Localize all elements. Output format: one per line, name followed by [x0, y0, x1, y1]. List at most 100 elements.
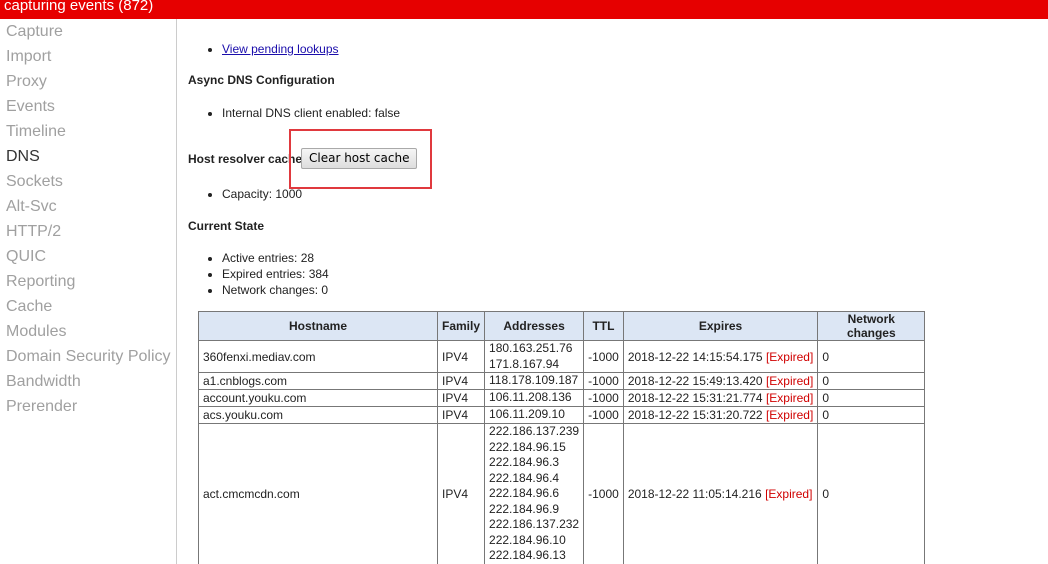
network-changes-cell: 0 [817, 389, 926, 407]
internal-dns-status: Internal DNS client enabled: false [222, 105, 400, 121]
family-cell: IPV4 [436, 372, 486, 390]
capture-status-bar: capturing events (872) [0, 0, 1048, 19]
addresses-cell: 180.163.251.76 171.8.167.94 [484, 340, 585, 373]
hostname-cell: account.youku.com [198, 389, 438, 407]
expired-badge: [Expired] [765, 391, 814, 405]
sidebar-item-http2[interactable]: HTTP/2 [0, 219, 176, 244]
async-dns-list: Internal DNS client enabled: false [188, 105, 400, 121]
expires-cell: 2018-12-22 15:31:21.774 [Expired] [622, 389, 819, 407]
expired-badge: [Expired] [765, 374, 814, 388]
sidebar-item-proxy[interactable]: Proxy [0, 69, 176, 94]
address: 118.178.109.187 [489, 373, 579, 388]
family-cell: IPV4 [436, 406, 486, 424]
network-changes-cell: 0 [817, 340, 926, 373]
hostname-cell: acs.youku.com [198, 406, 438, 424]
sidebar-item-import[interactable]: Import [0, 44, 176, 69]
column-header-addresses: Addresses [484, 311, 585, 341]
sidebar-item-alt-svc[interactable]: Alt-Svc [0, 194, 176, 219]
expires-time: 2018-12-22 14:15:54.175 [627, 349, 763, 364]
sidebar-item-domain-security-policy[interactable]: Domain Security Policy [0, 344, 176, 369]
sidebar-item-dns[interactable]: DNS [0, 144, 176, 169]
expires-cell: 2018-12-22 15:31:20.722 [Expired] [622, 406, 819, 424]
table-row: 360fenxi.mediav.com IPV4 180.163.251.76 … [198, 340, 926, 373]
address: 222.184.96.10 [489, 532, 566, 547]
column-header-expires: Expires [622, 311, 819, 341]
sidebar-item-capture[interactable]: Capture [0, 19, 176, 44]
expires-time: 2018-12-22 11:05:14.216 [627, 486, 762, 501]
address: 222.184.96.4 [489, 470, 560, 485]
ttl-cell: -1000 [583, 423, 624, 564]
table-row: a1.cnblogs.com IPV4 118.178.109.187 -100… [198, 372, 926, 390]
view-pending-lookups-link[interactable]: View pending lookups [222, 42, 339, 56]
network-changes: Network changes: 0 [222, 282, 329, 298]
addresses-cell: 106.11.209.10 [484, 406, 585, 424]
family-cell: IPV4 [436, 389, 486, 407]
hostname-cell: 360fenxi.mediav.com [198, 340, 438, 373]
address: 106.11.209.10 [489, 407, 565, 422]
expires-time: 2018-12-22 15:31:21.774 [627, 391, 763, 405]
address: 106.11.208.136 [489, 390, 572, 405]
sidebar-item-bandwidth[interactable]: Bandwidth [0, 369, 176, 394]
address: 222.184.96.15 [489, 439, 566, 454]
expired-badge: [Expired] [765, 349, 814, 364]
address: 222.184.96.13 [489, 548, 566, 562]
expires-cell: 2018-12-22 14:15:54.175 [Expired] [622, 340, 819, 373]
family-cell: IPV4 [436, 423, 486, 564]
address: 222.186.137.239 [489, 424, 580, 438]
ttl-cell: -1000 [583, 406, 624, 424]
async-dns-heading: Async DNS Configuration [188, 73, 335, 87]
addresses-cell: 222.186.137.239 222.184.96.15 222.184.96… [484, 423, 585, 564]
capture-status-text: capturing events (872) [4, 0, 154, 14]
expired-entries: Expired entries: 384 [222, 266, 329, 282]
active-entries: Active entries: 28 [222, 250, 329, 266]
sidebar-item-modules[interactable]: Modules [0, 319, 176, 344]
sidebar-item-reporting[interactable]: Reporting [0, 269, 176, 294]
resolver-cache-list: Capacity: 1000 [188, 186, 302, 202]
sidebar-item-cache[interactable]: Cache [0, 294, 176, 319]
host-cache-table: Hostname Family Addresses TTL Expires Ne… [198, 311, 926, 564]
sidebar-item-events[interactable]: Events [0, 94, 176, 119]
list-item: View pending lookups [222, 41, 339, 57]
sidebar-menu: Capture Import Proxy Events Timeline DNS… [0, 19, 176, 419]
expires-time: 2018-12-22 15:49:13.420 [627, 374, 763, 388]
addresses-cell: 118.178.109.187 [484, 372, 585, 390]
column-header-network-changes: Network changes [817, 311, 926, 341]
ttl-cell: -1000 [583, 372, 624, 390]
network-changes-cell: 0 [817, 423, 926, 564]
sidebar-item-timeline[interactable]: Timeline [0, 119, 176, 144]
clear-host-cache-button[interactable]: Clear host cache [301, 148, 418, 169]
table-header-row: Hostname Family Addresses TTL Expires Ne… [198, 311, 926, 341]
expires-cell: 2018-12-22 11:05:14.216 [Expired] [622, 423, 819, 564]
table-row: acs.youku.com IPV4 106.11.209.10 -1000 2… [198, 406, 926, 424]
network-changes-cell: 0 [817, 372, 926, 390]
sidebar-item-prerender[interactable]: Prerender [0, 394, 176, 419]
table-row: account.youku.com IPV4 106.11.208.136 -1… [198, 389, 926, 407]
column-header-hostname: Hostname [198, 311, 438, 341]
current-state-heading: Current State [188, 219, 265, 233]
sidebar: Capture Import Proxy Events Timeline DNS… [0, 19, 177, 564]
cache-capacity: Capacity: 1000 [222, 186, 302, 202]
dns-panel: View pending lookups Async DNS Configura… [188, 19, 1038, 564]
expired-badge: [Expired] [765, 408, 814, 422]
column-header-ttl: TTL [583, 311, 624, 341]
address: 222.184.96.6 [489, 486, 560, 500]
ttl-cell: -1000 [583, 340, 624, 373]
address: 222.186.137.232 [489, 517, 580, 531]
hostname-cell: act.cmcmcdn.com [198, 423, 438, 564]
pending-list: View pending lookups [188, 41, 339, 57]
sidebar-item-quic[interactable]: QUIC [0, 244, 176, 269]
address: 180.163.251.76 [489, 341, 573, 355]
expires-cell: 2018-12-22 15:49:13.420 [Expired] [622, 372, 819, 390]
expired-badge: [Expired] [765, 486, 813, 501]
table-row: act.cmcmcdn.com IPV4 222.186.137.239 222… [198, 423, 926, 564]
sidebar-item-sockets[interactable]: Sockets [0, 169, 176, 194]
network-changes-cell: 0 [817, 406, 926, 424]
host-resolver-cache-heading: Host resolver cache [188, 152, 303, 166]
family-cell: IPV4 [436, 340, 486, 373]
column-header-family: Family [436, 311, 486, 341]
address: 171.8.167.94 [489, 356, 560, 371]
ttl-cell: -1000 [583, 389, 624, 407]
address: 222.184.96.3 [489, 455, 560, 469]
hostname-cell: a1.cnblogs.com [198, 372, 438, 390]
addresses-cell: 106.11.208.136 [484, 389, 585, 407]
